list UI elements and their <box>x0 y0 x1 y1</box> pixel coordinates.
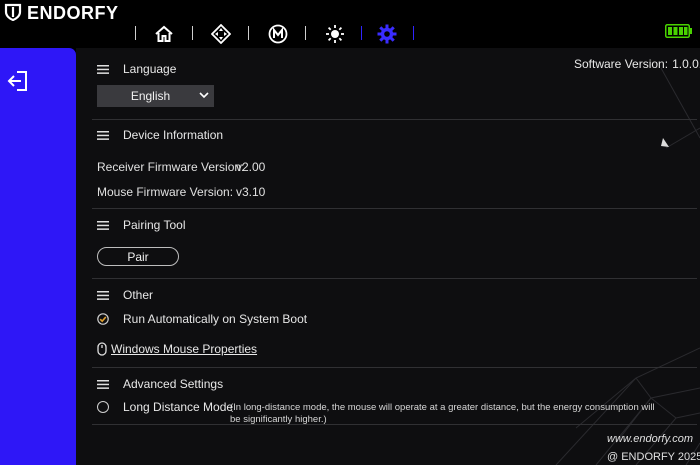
receiver-firmware-label: Receiver Firmware Version: <box>97 160 245 174</box>
nav-separator <box>192 26 193 40</box>
menu-lines-icon <box>97 220 109 230</box>
language-select-value: English <box>130 89 171 103</box>
mouse-firmware-label: Mouse Firmware Version: <box>97 185 234 199</box>
battery-icon <box>665 24 692 38</box>
receiver-firmware-value: v2.00 <box>236 160 266 174</box>
section-device-info-header: Device Information <box>97 128 223 142</box>
endorfy-logo-icon <box>4 3 22 24</box>
exit-icon <box>7 71 27 91</box>
nav-home-button[interactable] <box>151 21 177 47</box>
menu-lines-icon <box>97 290 109 300</box>
menu-lines-icon <box>97 130 109 140</box>
brand-name: ENDORFY <box>27 2 119 23</box>
autorun-option[interactable]: Run Automatically on System Boot <box>97 312 307 326</box>
footer-copyright: @ ENDORFY 2025 <box>607 451 700 463</box>
settings-gear-icon <box>377 24 397 44</box>
divider <box>92 424 697 425</box>
divider <box>92 208 697 209</box>
long-distance-radio[interactable] <box>97 401 109 413</box>
settings-panel: Software Version:1.0.0.4 Language Englis… <box>76 48 700 465</box>
brand: ENDORFY <box>4 3 119 23</box>
divider <box>92 367 697 368</box>
nav-buttons-button[interactable] <box>208 21 234 47</box>
mouse-firmware-row: Mouse Firmware Version: v3.10 <box>97 185 265 199</box>
mouse-firmware-value: v3.10 <box>236 185 266 199</box>
mouse-properties-row[interactable]: Windows Mouse Properties <box>97 342 257 356</box>
menu-lines-icon <box>97 64 109 74</box>
software-version-label: Software Version: <box>574 57 669 71</box>
autorun-label: Run Automatically on System Boot <box>123 312 308 326</box>
mouse-icon <box>97 342 107 356</box>
checkbox-checked-icon[interactable] <box>97 313 109 325</box>
long-distance-label: Long Distance Mode <box>123 400 234 414</box>
home-icon <box>155 25 173 42</box>
receiver-firmware-row: Receiver Firmware Version: v2.00 <box>97 160 265 174</box>
software-version-value: 1.0.0.4 <box>672 57 700 71</box>
software-version: Software Version:1.0.0.4 <box>574 57 700 71</box>
nav-separator <box>135 26 136 40</box>
nav-macro-button[interactable] <box>265 21 291 47</box>
nav-separator <box>413 26 414 40</box>
dpad-icon <box>211 24 231 44</box>
section-pairing-header: Pairing Tool <box>97 218 185 232</box>
footer-website: www.endorfy.com <box>607 433 693 445</box>
section-language-title: Language <box>123 62 177 76</box>
top-bar: ENDORFY <box>0 0 700 48</box>
language-select[interactable]: English <box>97 85 214 107</box>
divider <box>92 278 697 279</box>
section-other-header: Other <box>97 288 153 302</box>
section-language-header: Language <box>97 62 176 76</box>
section-advanced-header: Advanced Settings <box>97 377 223 391</box>
section-other-title: Other <box>123 288 154 302</box>
divider <box>92 119 697 120</box>
menu-lines-icon <box>97 379 109 389</box>
long-distance-note: (In long-distance mode, the mouse will o… <box>230 402 655 425</box>
macro-icon <box>268 24 288 44</box>
section-pairing-title: Pairing Tool <box>123 218 186 232</box>
nav-lighting-button[interactable] <box>322 21 348 47</box>
nav-separator <box>305 26 306 40</box>
exit-button[interactable] <box>5 68 31 94</box>
sidebar <box>0 48 76 465</box>
pair-button[interactable]: Pair <box>97 247 179 266</box>
nav-separator <box>248 26 249 40</box>
nav-separator <box>361 26 362 40</box>
nav-settings-button[interactable] <box>374 21 400 47</box>
section-device-info-title: Device Information <box>123 128 224 142</box>
chevron-down-icon <box>199 92 209 99</box>
section-advanced-title: Advanced Settings <box>123 377 224 391</box>
lighting-icon <box>326 25 344 43</box>
battery-indicator <box>665 24 693 41</box>
windows-mouse-properties-link[interactable]: Windows Mouse Properties <box>111 342 257 356</box>
